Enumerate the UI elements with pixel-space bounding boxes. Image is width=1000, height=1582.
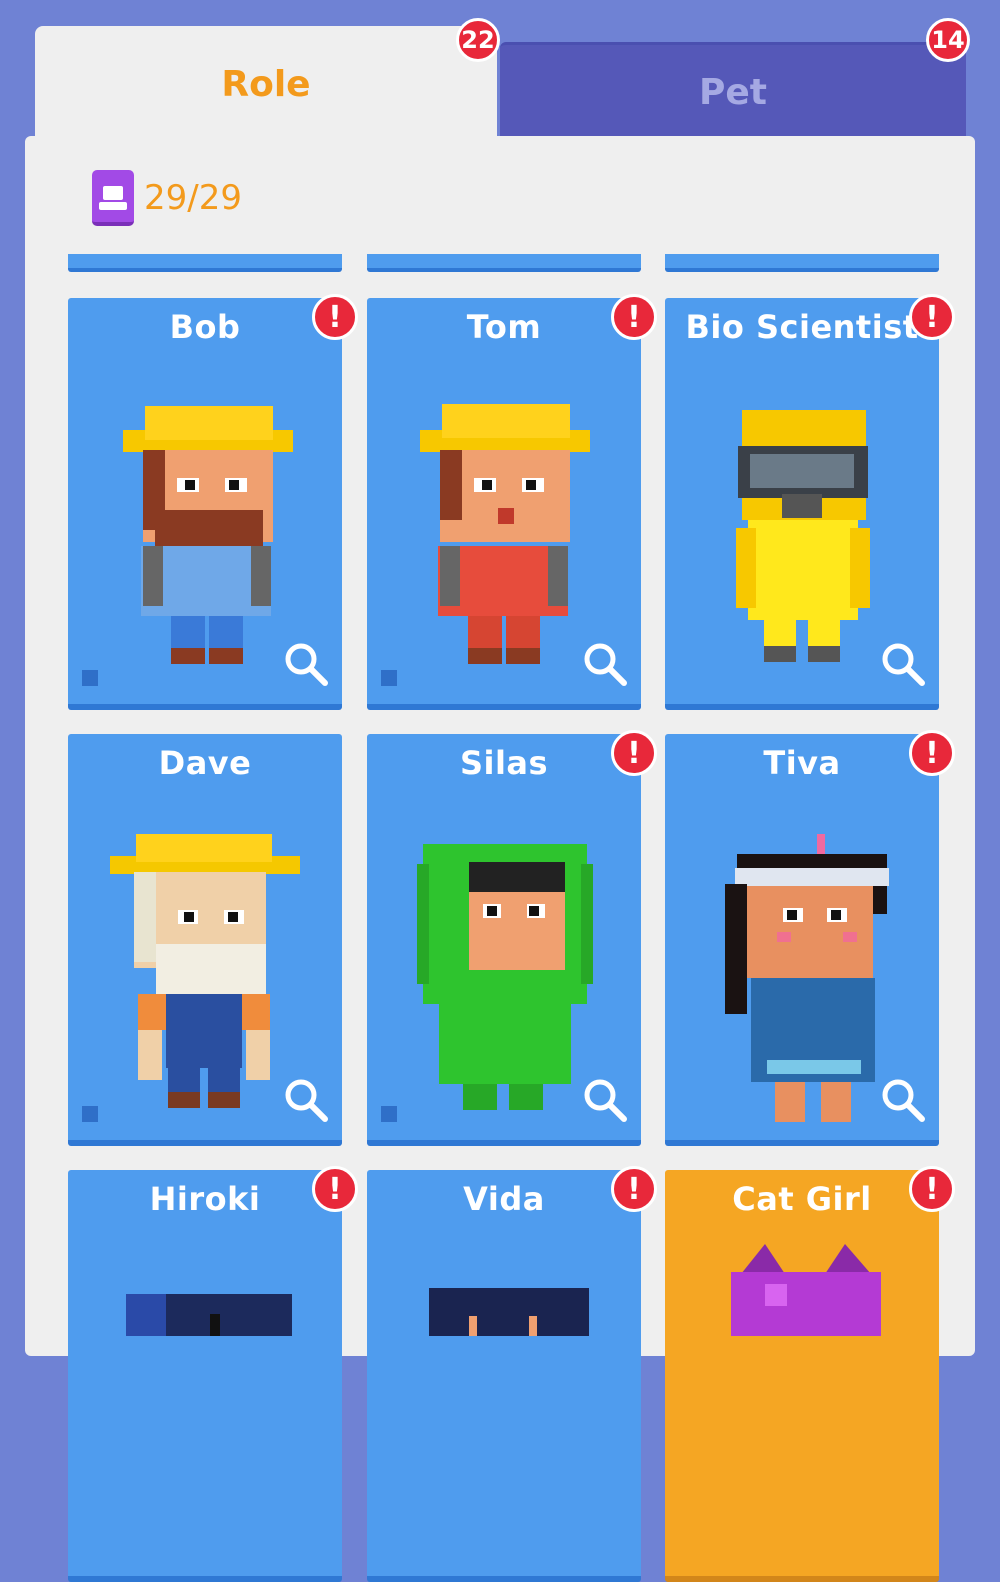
- cat-girl-figure: [731, 1244, 881, 1336]
- bio-scientist-figure: [736, 410, 870, 662]
- card-name: Cat Girl: [732, 1180, 872, 1218]
- card-name: Tiva: [763, 744, 841, 782]
- character-card-hiroki[interactable]: Hiroki !: [68, 1166, 358, 1582]
- card-name: Bob: [169, 308, 241, 346]
- character-card-silas[interactable]: Silas !: [367, 730, 657, 1146]
- tab-pet-badge: 14: [926, 18, 970, 62]
- magnifier-icon[interactable]: [881, 1078, 925, 1122]
- character-collection-icon: [92, 170, 134, 226]
- tab-pet[interactable]: Pet: [500, 42, 966, 139]
- vida-figure: [429, 1288, 589, 1336]
- card-name: Vida: [463, 1180, 545, 1218]
- alert-badge: !: [611, 1166, 657, 1212]
- magnifier-icon[interactable]: [881, 642, 925, 686]
- alert-badge: !: [611, 294, 657, 340]
- dave-figure: [110, 834, 300, 1108]
- magnifier-icon[interactable]: [583, 1078, 627, 1122]
- card-name: Tom: [466, 308, 542, 346]
- character-card-vida[interactable]: Vida !: [367, 1166, 657, 1582]
- card-name: Dave: [158, 744, 252, 782]
- card-name: Silas: [459, 744, 549, 782]
- alert-badge: !: [611, 730, 657, 776]
- card-row-edge: [665, 254, 939, 272]
- character-card-dave[interactable]: Dave: [68, 734, 342, 1146]
- character-card-bio-scientist[interactable]: Bio Scientist !: [665, 294, 955, 710]
- corner-marker: [82, 670, 98, 686]
- tiva-figure: [725, 834, 889, 1122]
- tab-role-badge: 22: [456, 18, 500, 62]
- tab-role-label: Role: [221, 63, 311, 105]
- collection-counter: 29/29: [92, 170, 242, 226]
- corner-marker: [82, 1106, 98, 1122]
- card-row-edge: [367, 254, 641, 272]
- tab-role[interactable]: Role: [35, 26, 497, 142]
- card-name: Hiroki: [149, 1180, 261, 1218]
- character-card-cat-girl[interactable]: Cat Girl !: [665, 1166, 955, 1582]
- corner-marker: [381, 670, 397, 686]
- silas-figure: [417, 844, 593, 1110]
- alert-badge: !: [909, 1166, 955, 1212]
- character-card-bob[interactable]: Bob !: [68, 294, 358, 710]
- alert-badge: !: [312, 1166, 358, 1212]
- character-card-tiva[interactable]: Tiva !: [665, 730, 955, 1146]
- card-name: Bio Scientist: [685, 308, 919, 346]
- magnifier-icon[interactable]: [284, 642, 328, 686]
- hiroki-figure: [126, 1294, 292, 1336]
- collection-count: 29/29: [144, 178, 242, 218]
- magnifier-icon[interactable]: [583, 642, 627, 686]
- corner-marker: [381, 1106, 397, 1122]
- tab-pet-label: Pet: [698, 71, 767, 113]
- alert-badge: !: [909, 294, 955, 340]
- alert-badge: !: [909, 730, 955, 776]
- card-row-edge: [68, 254, 342, 272]
- character-card-tom[interactable]: Tom !: [367, 294, 657, 710]
- tom-figure: [420, 404, 590, 664]
- bob-figure: [123, 406, 293, 664]
- magnifier-icon[interactable]: [284, 1078, 328, 1122]
- alert-badge: !: [312, 294, 358, 340]
